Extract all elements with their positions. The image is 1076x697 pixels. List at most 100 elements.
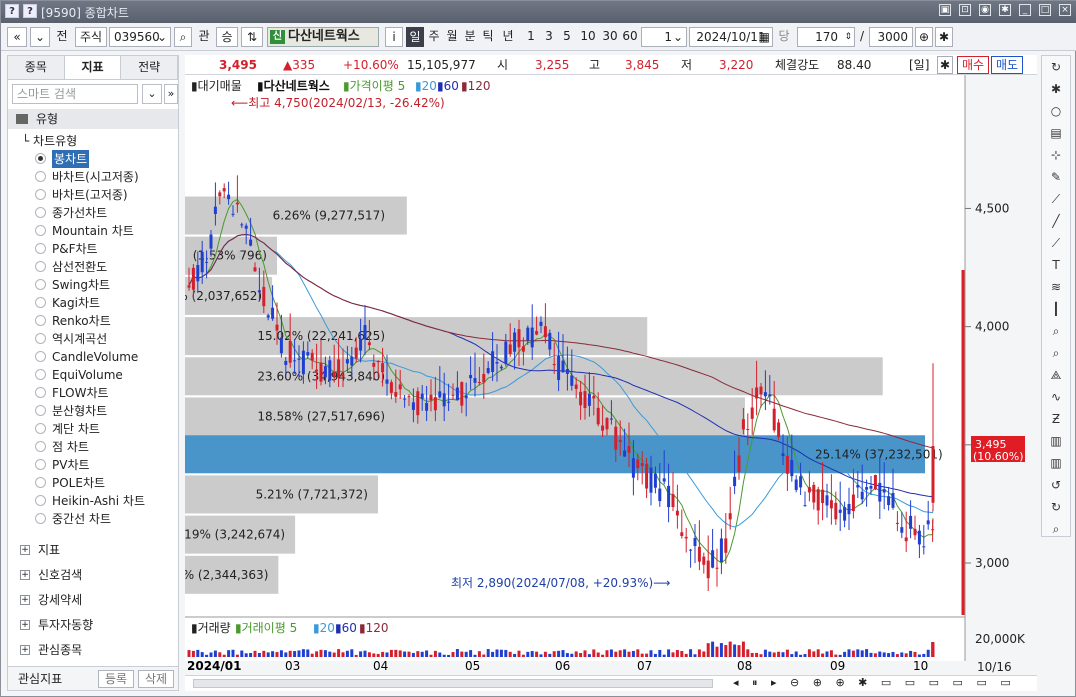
minimize-icon[interactable]: _: [1019, 4, 1031, 16]
radio-icon[interactable]: [35, 477, 46, 488]
delete-button[interactable]: 삭제: [138, 670, 174, 688]
scrollbar-track[interactable]: [193, 679, 713, 688]
interval-60-button[interactable]: 60: [619, 27, 641, 47]
count-input[interactable]: 170 ⇕: [797, 27, 855, 47]
chart-area[interactable]: 6.26% (9,277,517)1.04%(1.53% 796)1.35% (…: [150, 75, 1037, 661]
chart-type-item[interactable]: 봉차트: [8, 150, 178, 168]
fibonacci-icon[interactable]: ≋: [1042, 276, 1070, 298]
radio-icon[interactable]: [35, 441, 46, 452]
date-input[interactable]: 2024/10/11 ▦: [689, 27, 773, 47]
link-icon[interactable]: ⊡: [959, 4, 971, 16]
chart-type-item[interactable]: 종가선차트: [8, 204, 178, 222]
gwan-button[interactable]: 관: [195, 27, 213, 47]
group-item[interactable]: + 투자자동향: [8, 613, 178, 637]
wave-icon[interactable]: ∿: [1042, 386, 1070, 408]
radio-icon[interactable]: [35, 297, 46, 308]
nav-next-button[interactable]: ⌄: [30, 27, 50, 47]
tab-stock[interactable]: 종목: [8, 56, 65, 79]
chart-type-item[interactable]: Kagi차트: [8, 294, 178, 312]
redo-icon[interactable]: ↻: [1042, 496, 1070, 518]
interval-input[interactable]: 1 ⌄: [641, 27, 687, 47]
sell-button[interactable]: 매도: [991, 56, 1023, 74]
grid-icon[interactable]: ▥: [1042, 430, 1070, 452]
interval-1-button[interactable]: 1: [523, 27, 539, 47]
nav-prev-button[interactable]: «: [7, 27, 27, 47]
crosshair-icon[interactable]: ⊹: [1042, 144, 1070, 166]
period-minute-button[interactable]: 분: [462, 27, 478, 47]
gear-icon[interactable]: ✱: [999, 4, 1011, 16]
register-button[interactable]: 등록: [98, 670, 134, 688]
bar-chart-icon[interactable]: ▤: [1042, 122, 1070, 144]
settings-icon[interactable]: ✱: [937, 56, 953, 74]
seung-button[interactable]: 승: [216, 27, 238, 47]
candle-icon[interactable]: ┃: [1042, 298, 1070, 320]
tab-indicator[interactable]: 지표: [64, 56, 122, 79]
period-week-button[interactable]: 주: [426, 27, 442, 47]
radio-icon[interactable]: [35, 225, 46, 236]
chart-type-item[interactable]: PV차트: [8, 456, 178, 474]
undo-icon[interactable]: ↺: [1042, 474, 1070, 496]
radio-icon[interactable]: [35, 261, 46, 272]
radio-icon[interactable]: [35, 405, 46, 416]
search-icon[interactable]: ⌕: [174, 27, 192, 47]
close-icon[interactable]: ×: [1059, 4, 1071, 16]
period-day-button[interactable]: 일: [406, 27, 424, 47]
radio-icon[interactable]: [35, 513, 46, 524]
pattern-icon[interactable]: ⟁: [1042, 364, 1070, 386]
radio-icon[interactable]: [35, 279, 46, 290]
period-tick-button[interactable]: 틱: [480, 27, 496, 47]
radio-icon[interactable]: [35, 387, 46, 398]
chart-type-item[interactable]: CandleVolume: [8, 348, 178, 366]
smart-search-input[interactable]: 스마트 검색: [12, 84, 138, 104]
chart-type-item[interactable]: EquiVolume: [8, 366, 178, 384]
chart-type-item[interactable]: 삼선전환도: [8, 258, 178, 276]
ruler-icon[interactable]: ⟋: [1042, 188, 1070, 210]
price-chart-svg[interactable]: 6.26% (9,277,517)1.04%(1.53% 796)1.35% (…: [150, 75, 1037, 661]
interval-10-button[interactable]: 10: [577, 27, 599, 47]
pen-icon[interactable]: ✎: [1042, 166, 1070, 188]
radio-icon[interactable]: [35, 171, 46, 182]
magnifier-icon[interactable]: ⌕: [1042, 342, 1070, 364]
chart-scroll-bar[interactable]: ◂ ⏸ ▸ ⊖ ⊕ ⊕ ✱ ▭ ▭ ▭ ▭ ▭ ▭: [185, 675, 1037, 691]
radio-icon[interactable]: [35, 369, 46, 380]
column-icon[interactable]: ▥: [1042, 452, 1070, 474]
market-type-select[interactable]: 주식: [75, 27, 107, 47]
help-icon[interactable]: ?: [5, 4, 19, 18]
chart-type-item[interactable]: 바차트(고저종): [8, 186, 178, 204]
radio-icon[interactable]: [35, 243, 46, 254]
chart-type-item[interactable]: 중간선 차트: [8, 510, 178, 528]
chart-type-item[interactable]: Renko차트: [8, 312, 178, 330]
chart-type-item[interactable]: Heikin-Ashi 차트: [8, 492, 178, 510]
period-month-button[interactable]: 월: [444, 27, 460, 47]
chart-type-item[interactable]: 분산형차트: [8, 402, 178, 420]
info-button[interactable]: i: [385, 27, 403, 47]
radio-icon[interactable]: [35, 423, 46, 434]
menu-icon[interactable]: ?: [23, 4, 37, 18]
radio-icon[interactable]: [35, 153, 46, 164]
settings-icon[interactable]: ✱: [935, 27, 953, 47]
text-icon[interactable]: T: [1042, 254, 1070, 276]
group-item[interactable]: + 관심종목: [8, 638, 178, 662]
camera-icon[interactable]: ◉: [979, 4, 991, 16]
jeon-button[interactable]: 전: [53, 27, 71, 47]
chart-type-item[interactable]: 역시계곡선: [8, 330, 178, 348]
chart-type-item[interactable]: 계단 차트: [8, 420, 178, 438]
gear-icon[interactable]: ✱: [1042, 78, 1070, 100]
chart-type-item[interactable]: 점 차트: [8, 438, 178, 456]
stock-code-input[interactable]: 039560 ⌄: [109, 27, 171, 47]
chart-controls[interactable]: ◂ ⏸ ▸ ⊖ ⊕ ⊕ ✱ ▭ ▭ ▭ ▭ ▭ ▭: [733, 676, 1016, 690]
zoom-in-icon[interactable]: ⌕: [1042, 320, 1070, 342]
chart-type-item[interactable]: FLOW차트: [8, 384, 178, 402]
zoom-icon[interactable]: ⊕: [915, 27, 933, 47]
interval-3-button[interactable]: 3: [541, 27, 557, 47]
interval-30-button[interactable]: 30: [599, 27, 621, 47]
expand-icon[interactable]: »: [164, 84, 178, 104]
radio-icon[interactable]: [35, 333, 46, 344]
sort-button[interactable]: ⇅: [241, 27, 263, 47]
chart-type-item[interactable]: P&F차트: [8, 240, 178, 258]
group-item[interactable]: + 강세약세: [8, 588, 178, 612]
group-item[interactable]: + 신호검색: [8, 563, 178, 587]
total-input[interactable]: 3000: [869, 27, 913, 47]
section-type[interactable]: 유형: [8, 109, 178, 129]
stock-name-display[interactable]: 신 다산네트웍스: [267, 27, 379, 47]
